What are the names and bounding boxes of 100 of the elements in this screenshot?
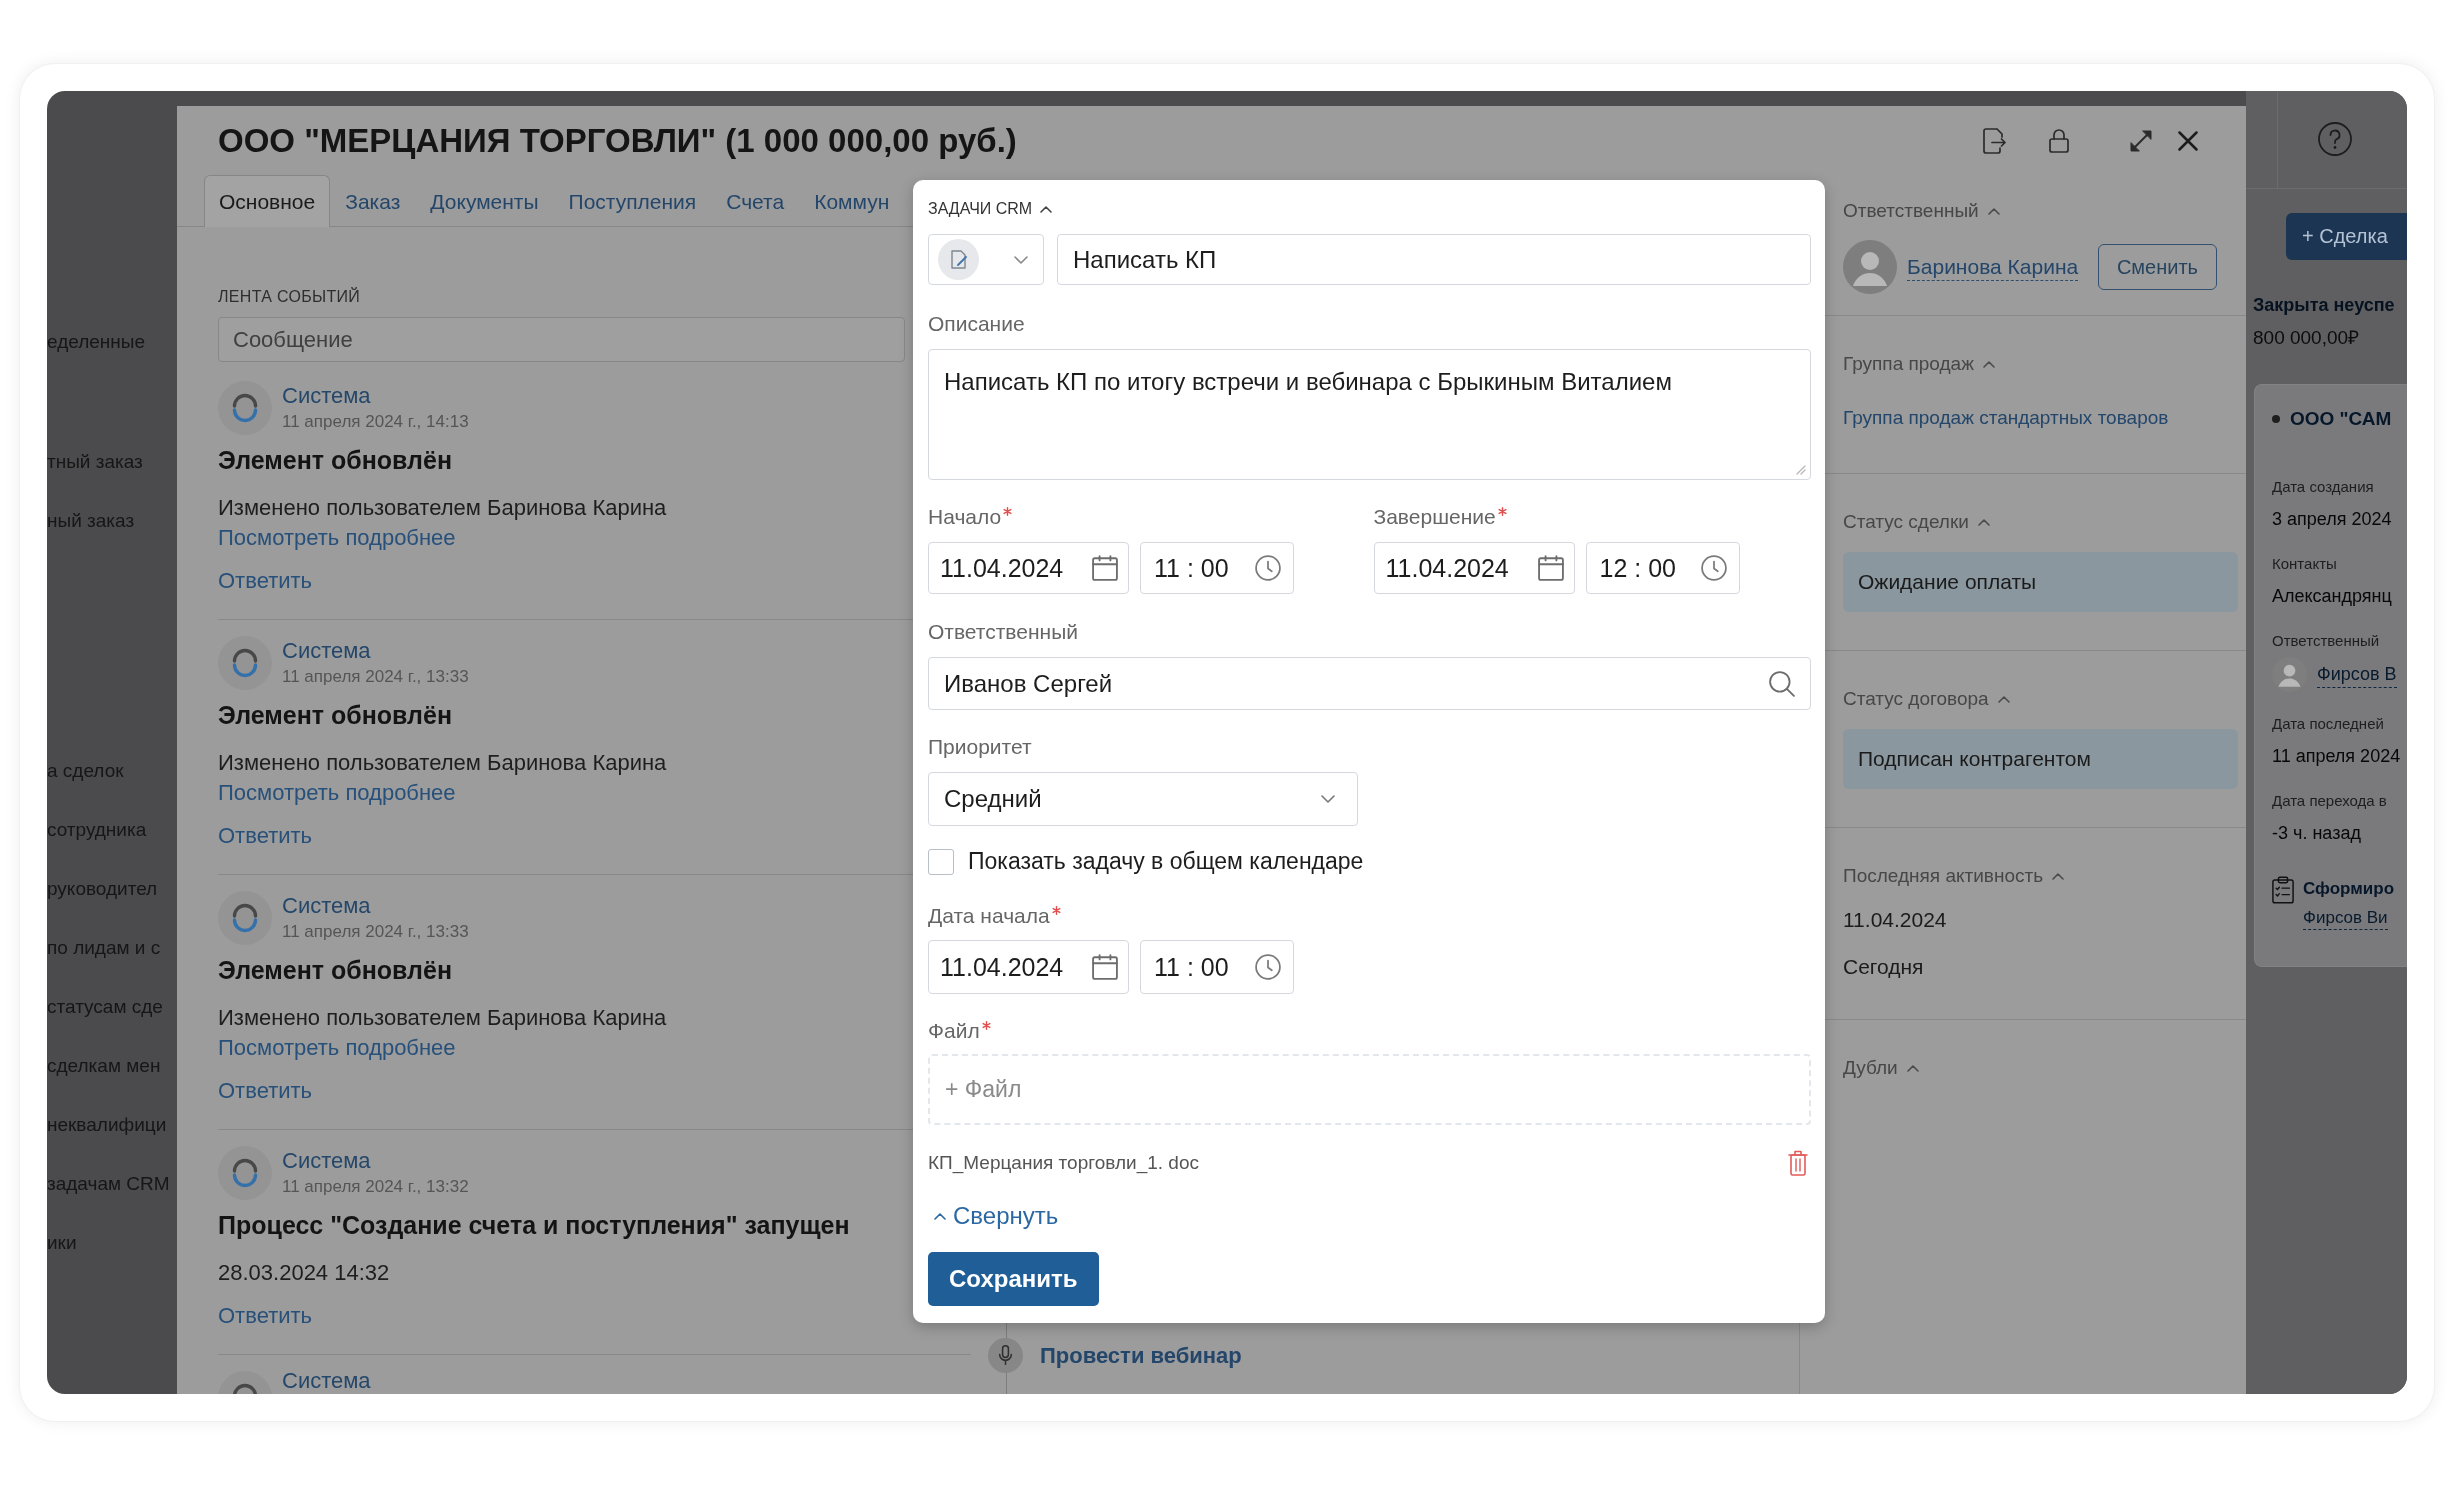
author-link[interactable]: Система — [282, 892, 371, 920]
section-title: Статус договора — [1843, 687, 1989, 711]
author-link[interactable]: Система — [282, 382, 371, 410]
nav-item[interactable]: ный заказ — [47, 507, 135, 535]
clock-icon[interactable] — [1700, 555, 1727, 581]
clock-icon[interactable] — [1255, 555, 1281, 581]
sales-group-link[interactable]: Группа продаж стандартных товаров — [1843, 406, 2169, 430]
field-label: Приоритет — [928, 734, 1032, 760]
calendar-icon[interactable] — [1092, 954, 1118, 980]
deal-amount: 800 000,00₽ — [2253, 326, 2360, 350]
deal-status: Закрыта неуспе — [2253, 294, 2395, 317]
clock-icon[interactable] — [1255, 954, 1281, 980]
chevron-down-icon[interactable] — [1014, 255, 1028, 264]
task-type-select[interactable] — [928, 234, 1044, 285]
checkbox-label[interactable]: Показать задачу в общем календаре — [968, 848, 1364, 875]
reply-link[interactable]: Ответить — [218, 566, 313, 596]
message-field[interactable]: Сообщение — [218, 317, 905, 362]
field-label: Ответственный — [2272, 631, 2380, 651]
author-link[interactable]: Система — [282, 637, 371, 665]
time-field[interactable]: 11 : 00 — [1140, 940, 1294, 994]
field-label: Контакты — [2272, 554, 2337, 574]
new-deal-button[interactable]: + Сделка — [2286, 213, 2407, 260]
reply-link[interactable]: Ответить — [218, 1301, 313, 1331]
dot-icon — [2272, 415, 2280, 423]
file-export-icon[interactable] — [1982, 127, 2006, 154]
task-title[interactable]: Провести вебинар — [1040, 1342, 1242, 1369]
calendar-icon[interactable] — [1537, 555, 1564, 581]
priority-select[interactable]: Средний — [928, 772, 1358, 826]
caret-up-icon[interactable] — [1040, 205, 1053, 213]
collapse-link[interactable]: Свернуть — [928, 1201, 1059, 1231]
time-field[interactable]: 12 : 00 — [1585, 542, 1740, 594]
section-title: Группа продаж — [1843, 352, 1974, 376]
event-title: Элемент обновлён — [218, 700, 452, 731]
person-link[interactable]: Фирсов Ви — [2303, 906, 2388, 930]
save-button[interactable]: Сохранить — [928, 1252, 1099, 1306]
nav-item[interactable]: сотрудника — [47, 816, 147, 844]
caret-up-icon — [934, 1212, 946, 1220]
assignee-link[interactable]: Баринова Карина — [1907, 253, 2079, 281]
tab[interactable]: Документы — [415, 175, 554, 227]
tab[interactable]: Счета — [711, 175, 800, 227]
trash-icon[interactable] — [1788, 1150, 1808, 1176]
tab[interactable]: Заказ — [330, 175, 416, 227]
lock-icon[interactable] — [2049, 128, 2069, 153]
close-icon[interactable] — [2178, 130, 2198, 151]
person-link[interactable]: Фирсов В — [2317, 661, 2397, 688]
field-value: 3 апреля 2024 — [2272, 508, 2392, 531]
nav-item[interactable]: еделенные — [47, 328, 146, 356]
author-link[interactable]: Система — [282, 1147, 371, 1175]
field-label: Файл — [928, 1018, 980, 1044]
reply-link[interactable]: Ответить — [218, 821, 313, 851]
time-field[interactable]: 11 : 00 — [1140, 542, 1294, 594]
checkbox[interactable] — [928, 848, 954, 875]
reply-link[interactable]: Ответить — [218, 1076, 313, 1106]
date-field[interactable]: 11.04.2024 — [928, 542, 1129, 594]
expand-icon[interactable] — [2129, 128, 2153, 153]
event-text: 28.03.2024 14:32 — [218, 1259, 390, 1287]
details-link[interactable]: Посмотреть подробнее — [218, 778, 456, 808]
field-value: Александрянц — [2272, 585, 2392, 608]
tab[interactable]: Основное — [204, 175, 331, 227]
section-title: Последняя активность — [1843, 864, 2044, 888]
field-label: Дата перехода в — [2272, 791, 2387, 811]
date-field[interactable]: 11.04.2024 — [1373, 542, 1575, 594]
nav-item[interactable]: задачам CRM — [47, 1170, 170, 1198]
task-title[interactable]: Сформиро — [2303, 876, 2395, 902]
nav-item[interactable]: руководител — [47, 875, 158, 903]
event-text: Изменено пользователем Баринова Карина — [218, 1004, 667, 1032]
file-name[interactable]: КП_Мерцания торговли_1. doc — [928, 1152, 1199, 1174]
company-name[interactable]: ООО "САМ — [2290, 405, 2392, 433]
file-dropzone[interactable]: + Файл — [928, 1054, 1811, 1125]
author-link[interactable]: Система — [282, 1371, 371, 1391]
field-label: Завершение — [1373, 504, 1496, 530]
change-button[interactable]: Сменить — [2097, 244, 2217, 290]
nav-item[interactable]: неквалифици — [47, 1111, 167, 1139]
field-label: Описание — [928, 311, 1025, 337]
event-date: 11 апреля 2024 г., 13:32 — [282, 1176, 469, 1198]
refresh-icon — [218, 381, 272, 435]
status-label[interactable]: Ожидание оплаты — [1843, 552, 2238, 612]
event-date: 11 апреля 2024 г., 13:33 — [282, 921, 469, 943]
field-value: -3 ч. назад — [2272, 822, 2361, 845]
details-link[interactable]: Посмотреть подробнее — [218, 523, 456, 553]
field-value: 11 апреля 2024 — [2272, 745, 2401, 768]
tab[interactable]: Коммун — [799, 175, 905, 227]
section-title: Дубли — [1843, 1056, 1898, 1080]
details-link[interactable]: Посмотреть подробнее — [218, 1033, 456, 1063]
document-edit-icon — [938, 239, 979, 280]
event-text: Изменено пользователем Баринова Карина — [218, 494, 667, 522]
assignee-field[interactable]: Иванов Сергей — [928, 657, 1811, 710]
status-label[interactable]: Подписан контрагентом — [1843, 729, 2238, 789]
description-field[interactable]: Написать КП по итогу встречи и вебинара с Брыкиным Виталием — [928, 349, 1811, 480]
task-name-field[interactable]: Написать КП — [1057, 234, 1811, 285]
help-icon[interactable] — [2318, 122, 2352, 156]
date-field[interactable]: 11.04.2024 — [928, 940, 1129, 994]
deal-card[interactable]: ООО "САМ Дата создания 3 апреля 2024 Контакты Александрянц Ответственный Фирсов В Дата последней 11 апреля 2024 Дата перехода в -3 ч. назад Сформиро Фирсов Ви — [2254, 384, 2407, 967]
search-icon[interactable] — [1769, 670, 1795, 697]
nav-item[interactable]: ики — [47, 1229, 77, 1257]
tab[interactable]: Поступления — [553, 175, 712, 227]
nav-item[interactable]: а сделок — [47, 757, 124, 785]
field-label: Ответственный — [928, 619, 1078, 645]
calendar-icon[interactable] — [1092, 555, 1118, 581]
chevron-down-icon[interactable] — [1321, 795, 1335, 803]
